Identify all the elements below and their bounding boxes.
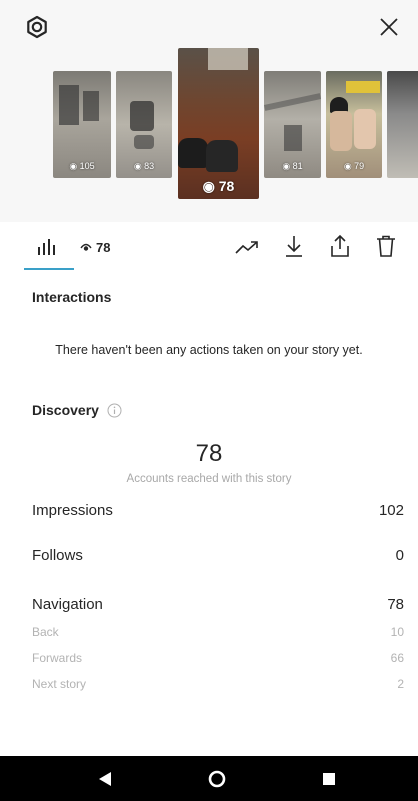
interactions-title: Interactions bbox=[32, 289, 112, 305]
metric-label: Next story bbox=[32, 677, 87, 691]
reach-caption: Accounts reached with this story bbox=[126, 473, 292, 485]
metric-row-impressions: Impressions 102 bbox=[32, 502, 404, 519]
metric-value: 2 bbox=[397, 677, 404, 691]
story-thumbnail[interactable] bbox=[387, 71, 418, 178]
insights-tab[interactable] bbox=[34, 234, 60, 260]
eye-icon bbox=[80, 243, 92, 251]
close-icon bbox=[380, 18, 398, 36]
story-thumbnail[interactable]: ◉ 79 bbox=[326, 71, 382, 178]
recents-square-icon bbox=[323, 773, 335, 785]
metric-value: 10 bbox=[390, 625, 404, 639]
back-triangle-icon bbox=[99, 772, 111, 786]
metric-row-navigation: Navigation 78 bbox=[32, 596, 404, 613]
thumbnail-view-count: ◉ 79 bbox=[343, 161, 365, 171]
metric-label: Impressions bbox=[32, 502, 113, 519]
share-icon bbox=[331, 234, 349, 257]
system-home-button[interactable] bbox=[202, 764, 232, 794]
thumbnail-view-count: ◉ 83 bbox=[133, 161, 155, 171]
download-icon bbox=[286, 236, 302, 257]
close-button[interactable] bbox=[374, 12, 404, 42]
metric-label: Follows bbox=[32, 547, 83, 564]
metric-subrow-forwards: Forwards 66 bbox=[32, 651, 404, 665]
thumbnail-view-count: ◉ 105 bbox=[69, 161, 95, 171]
metric-value: 0 bbox=[395, 547, 404, 564]
system-recents-button[interactable] bbox=[314, 764, 344, 794]
promote-button[interactable] bbox=[234, 234, 260, 260]
story-thumbnail[interactable]: ◉ 105 bbox=[53, 71, 111, 178]
metric-label: Forwards bbox=[32, 651, 83, 665]
active-tab-indicator bbox=[24, 268, 74, 270]
interactions-empty-message: There haven't been any actions taken on … bbox=[55, 343, 363, 357]
metric-value: 102 bbox=[378, 502, 404, 519]
info-icon[interactable] bbox=[107, 403, 122, 418]
discovery-header: Discovery bbox=[32, 402, 122, 418]
metric-row-follows: Follows 0 bbox=[32, 547, 404, 564]
bar-chart-icon bbox=[38, 239, 55, 255]
trending-up-icon bbox=[235, 241, 258, 254]
story-thumbnail[interactable]: ◉ 81 bbox=[264, 71, 321, 178]
share-button[interactable] bbox=[327, 231, 353, 261]
metric-value: 78 bbox=[387, 596, 404, 613]
thumbnail-view-count: ◉ 81 bbox=[282, 161, 303, 171]
home-circle-icon bbox=[208, 770, 226, 788]
story-thumbnail[interactable]: ◉ 83 bbox=[116, 71, 172, 178]
metric-label: Navigation bbox=[32, 596, 103, 613]
metric-subrow-next-story: Next story 2 bbox=[32, 677, 404, 691]
delete-button[interactable] bbox=[373, 231, 399, 261]
settings-button[interactable] bbox=[22, 12, 52, 42]
download-button[interactable] bbox=[281, 231, 307, 261]
reach-value: 78 bbox=[195, 440, 223, 467]
system-back-button[interactable] bbox=[90, 764, 120, 794]
viewers-count: 78 bbox=[96, 239, 111, 255]
metric-value: 66 bbox=[390, 651, 404, 665]
metric-subrow-back: Back 10 bbox=[32, 625, 404, 639]
viewers-tab[interactable]: 78 bbox=[80, 238, 110, 256]
metric-label: Back bbox=[32, 625, 59, 639]
gear-icon bbox=[27, 15, 47, 39]
discovery-title: Discovery bbox=[32, 402, 99, 418]
thumbnail-view-count: ◉ 78 bbox=[202, 178, 235, 194]
trash-icon bbox=[377, 235, 395, 257]
story-thumbnail-selected[interactable]: ◉ 78 bbox=[178, 48, 259, 199]
